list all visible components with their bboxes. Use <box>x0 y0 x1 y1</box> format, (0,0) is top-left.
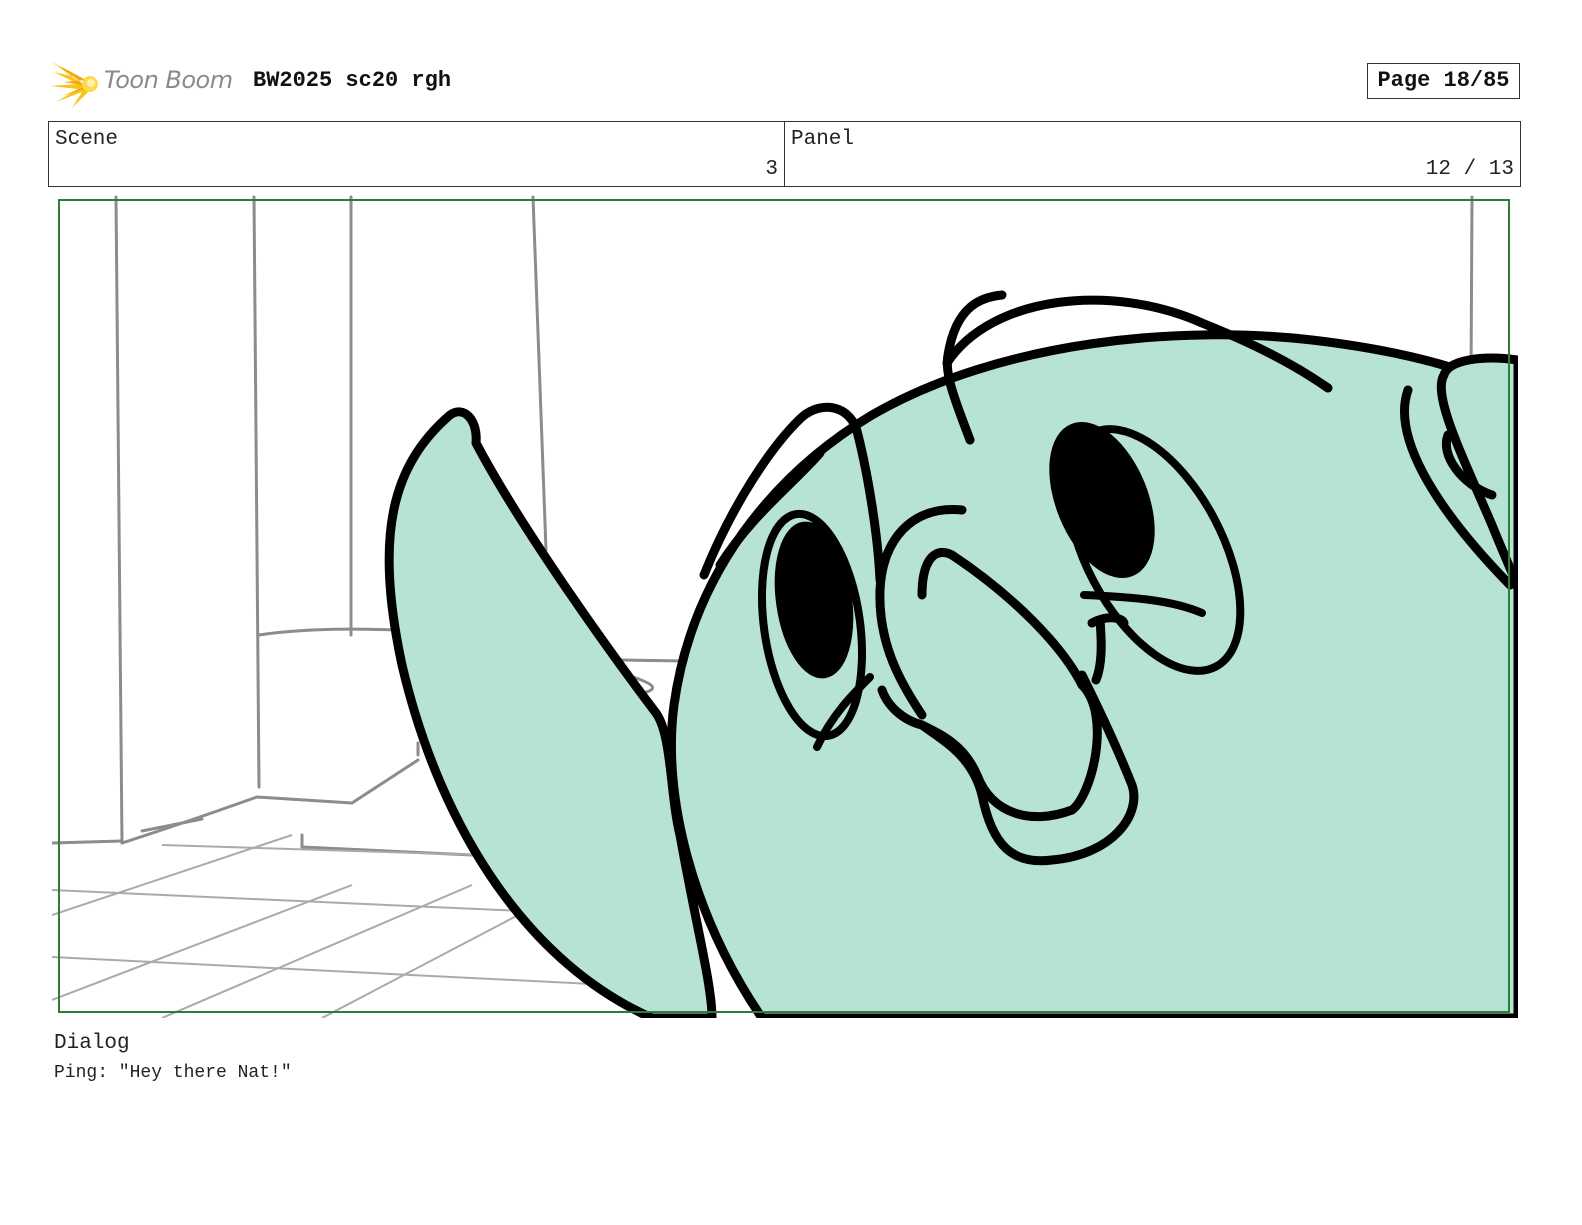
dialog-text: Ping: "Hey there Nat!" <box>54 1063 292 1083</box>
storyboard-panel <box>52 195 1518 1018</box>
logo-flare-icon <box>50 62 98 108</box>
panel-cell: Panel 12 / 13 <box>784 122 1520 186</box>
panel-label: Panel <box>791 128 855 151</box>
panel-border <box>58 199 1510 1013</box>
logo-brand-text: Toon Boom <box>104 66 233 94</box>
scene-label: Scene <box>55 128 119 151</box>
panel-value: 12 / 13 <box>1425 158 1514 181</box>
scene-value: 3 <box>765 158 778 181</box>
document-title: BW2025 sc20 rgh <box>253 68 452 93</box>
page-number: Page 18/85 <box>1367 63 1520 99</box>
scene-cell: Scene 3 <box>49 122 784 186</box>
dialog-label: Dialog <box>54 1032 130 1055</box>
scene-panel-table: Scene 3 Panel 12 / 13 <box>48 121 1521 187</box>
